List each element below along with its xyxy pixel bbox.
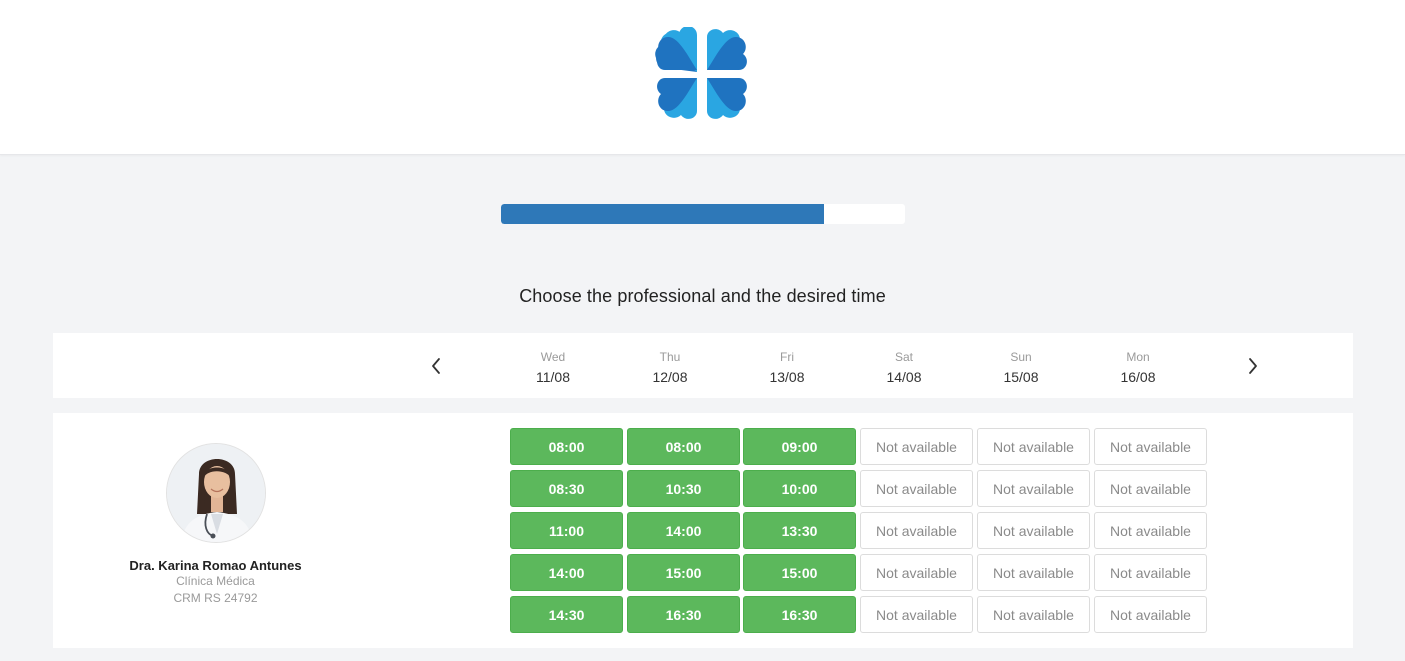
day-name: Sun xyxy=(1010,350,1032,364)
day-name: Mon xyxy=(1126,350,1150,364)
professional-crm: CRM RS 24792 xyxy=(173,591,258,605)
time-slot-button[interactable]: 16:30 xyxy=(743,596,856,633)
unavailable-slot: Not available xyxy=(860,428,973,465)
professional-card: Dra. Karina Romao Antunes Clínica Médica… xyxy=(53,413,1353,648)
next-week-button[interactable] xyxy=(1238,351,1268,381)
day-name: Thu xyxy=(659,350,681,364)
day-date: 11/08 xyxy=(536,369,570,385)
unavailable-slot: Not available xyxy=(860,596,973,633)
doctor-portrait-image xyxy=(167,444,265,542)
time-slot-button[interactable]: 10:00 xyxy=(743,470,856,507)
time-slot-button[interactable]: 14:30 xyxy=(510,596,623,633)
time-slot-button[interactable]: 15:00 xyxy=(627,554,740,591)
unavailable-slot: Not available xyxy=(1094,554,1207,591)
time-slot-button[interactable]: 11:00 xyxy=(510,512,623,549)
time-slot-button[interactable]: 10:30 xyxy=(627,470,740,507)
day-name: Fri xyxy=(780,350,794,364)
time-slot-button[interactable]: 08:00 xyxy=(627,428,740,465)
unavailable-slot: Not available xyxy=(1094,596,1207,633)
day-date: 14/08 xyxy=(886,369,922,385)
unavailable-slot: Not available xyxy=(860,470,973,507)
progress-bar-fill xyxy=(501,204,825,224)
day-date: 13/08 xyxy=(769,369,805,385)
day-column-fri: Fri 13/08 xyxy=(737,349,837,387)
professional-name: Dra. Karina Romao Antunes xyxy=(129,558,302,573)
chevron-right-icon xyxy=(1249,358,1257,374)
unavailable-slot: Not available xyxy=(977,554,1090,591)
day-column-wed: Wed 11/08 xyxy=(503,349,603,387)
unavailable-slot: Not available xyxy=(1094,470,1207,507)
time-slot-button[interactable]: 08:30 xyxy=(510,470,623,507)
professional-specialty: Clínica Médica xyxy=(176,574,255,588)
day-column-sun: Sun 15/08 xyxy=(971,349,1071,387)
unavailable-slot: Not available xyxy=(977,596,1090,633)
time-slot-button[interactable]: 16:30 xyxy=(627,596,740,633)
unavailable-slot: Not available xyxy=(977,428,1090,465)
day-column-thu: Thu 12/08 xyxy=(620,349,720,387)
date-navigation-bar: Wed 11/08 Thu 12/08 Fri 13/08 Sat 14/08 Sun 15/08… xyxy=(53,333,1353,398)
day-name: Wed xyxy=(540,350,566,364)
time-slot-button[interactable]: 14:00 xyxy=(510,554,623,591)
time-slot-button[interactable]: 08:00 xyxy=(510,428,623,465)
unavailable-slot: Not available xyxy=(1094,512,1207,549)
page-title: Choose the professional and the desired … xyxy=(519,286,886,306)
day-date: 15/08 xyxy=(1003,369,1039,385)
unavailable-slot: Not available xyxy=(860,512,973,549)
chevron-left-icon xyxy=(432,358,440,374)
unavailable-slot: Not available xyxy=(977,470,1090,507)
unavailable-slot: Not available xyxy=(977,512,1090,549)
day-column-mon: Mon 16/08 xyxy=(1088,349,1188,387)
day-name: Sat xyxy=(894,350,913,364)
unavailable-slot: Not available xyxy=(1094,428,1207,465)
unavailable-slot: Not available xyxy=(860,554,973,591)
professional-avatar xyxy=(166,443,266,543)
previous-week-button[interactable] xyxy=(421,351,451,381)
time-slot-button[interactable]: 13:30 xyxy=(743,512,856,549)
day-column-sat: Sat 14/08 xyxy=(854,349,954,387)
day-date: 16/08 xyxy=(1120,369,1156,385)
site-header xyxy=(0,0,1405,155)
clover-logo-icon[interactable] xyxy=(653,27,751,121)
time-slot-button[interactable]: 15:00 xyxy=(743,554,856,591)
day-date: 12/08 xyxy=(652,369,688,385)
time-slot-button[interactable]: 14:00 xyxy=(627,512,740,549)
progress-bar xyxy=(501,204,905,224)
time-slot-button[interactable]: 09:00 xyxy=(743,428,856,465)
